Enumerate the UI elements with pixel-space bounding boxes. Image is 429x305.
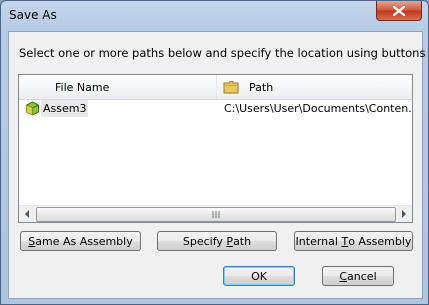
column-header-file-name[interactable]: File Name [19,75,217,99]
dialog-body: Select one or more paths below and speci… [8,31,426,299]
save-as-dialog: Save As Select one or more paths below a… [0,0,429,305]
dialog-title: Save As [9,8,57,22]
cancel-accel: C [339,269,348,283]
specify-path-label-post: ath [233,234,252,248]
grip-icon [212,211,220,218]
list-item[interactable]: Assem3 C:\Users\User\Documents\Conten... [19,100,412,118]
close-button[interactable] [376,1,422,21]
internal-label-pre: Internal [295,234,338,248]
cancel-button[interactable]: Cancel [322,266,394,286]
same-as-assembly-button[interactable]: Same As Assembly [20,231,141,251]
internal-accel: T [341,234,349,248]
chevron-right-icon [402,210,406,218]
specify-path-button[interactable]: Specify Path [157,231,277,251]
cancel-label: ancel [347,269,377,283]
internal-to-assembly-button[interactable]: Internal To Assembly [294,231,413,251]
same-as-assembly-label: ame As Assembly [35,234,133,248]
scroll-right-button[interactable] [396,206,412,222]
folder-icon [223,81,239,94]
scroll-left-button[interactable] [19,206,35,222]
horizontal-scrollbar[interactable] [19,205,412,222]
internal-label-post: o Assembly [348,234,412,248]
paths-list[interactable]: File Name Path Assem3 C:\Users\User\Docu… [18,74,413,223]
instruction-text: Select one or more paths below and speci… [19,46,426,60]
row-path: C:\Users\User\Documents\Conten... [224,102,412,115]
specify-path-label-pre: Specify [182,234,223,248]
column-header-path[interactable]: Path [217,75,412,99]
chevron-left-icon [25,210,29,218]
close-icon [393,5,405,16]
column-header-file-name-label: File Name [55,80,110,94]
assembly-icon [26,101,39,116]
list-header: File Name Path [19,75,412,100]
same-as-assembly-accel: S [28,234,36,248]
scrollbar-thumb[interactable] [36,207,396,222]
title-bar[interactable]: Save As [1,1,428,31]
column-header-path-label: Path [249,80,274,94]
specify-path-accel: P [226,234,234,248]
ok-button[interactable]: OK [223,266,295,286]
row-file-name: Assem3 [41,100,89,117]
